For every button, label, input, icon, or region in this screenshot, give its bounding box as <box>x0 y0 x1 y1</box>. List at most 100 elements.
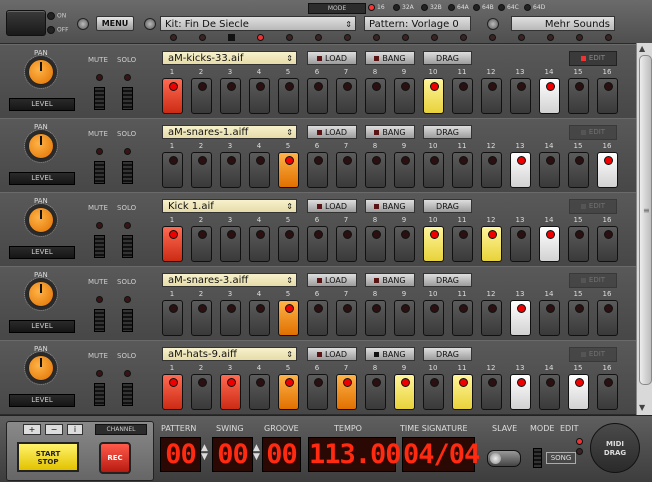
drag-button[interactable]: DRAG <box>423 51 472 65</box>
solo-switch[interactable] <box>122 161 133 184</box>
step-button-1[interactable] <box>162 226 183 262</box>
bang-button[interactable]: BANG <box>365 347 415 361</box>
step-button-1[interactable] <box>162 300 183 336</box>
level-slider[interactable]: LEVEL <box>9 246 75 259</box>
menu-button[interactable]: MENU <box>96 16 134 31</box>
step-button-4[interactable] <box>249 226 270 262</box>
pattern-stepper-icon[interactable]: ▲ ▼ <box>201 444 208 462</box>
sample-select[interactable]: aM-hats-9.aiff ⇕ <box>162 347 297 361</box>
step-button-10[interactable] <box>423 374 444 410</box>
step-button-3[interactable] <box>220 152 241 188</box>
midi-drag-button[interactable]: MIDI DRAG <box>590 423 640 473</box>
step-button-3[interactable] <box>220 78 241 114</box>
step-button-10[interactable] <box>423 78 444 114</box>
kit-select[interactable]: Kit: Fin De Siecle ⇕ <box>160 16 356 31</box>
step-button-9[interactable] <box>394 78 415 114</box>
load-button[interactable]: LOAD <box>307 199 357 213</box>
mode-option-64b[interactable]: 64B <box>473 4 494 11</box>
step-button-10[interactable] <box>423 152 444 188</box>
rec-button[interactable]: REC <box>99 442 131 474</box>
step-button-3[interactable] <box>220 300 241 336</box>
mode-option-32b[interactable]: 32B <box>421 4 442 11</box>
step-button-13[interactable] <box>510 226 531 262</box>
swing-stepper-icon[interactable]: ▲ ▼ <box>253 444 260 462</box>
bang-button[interactable]: BANG <box>365 273 415 287</box>
step-button-12[interactable] <box>481 374 502 410</box>
mute-switch[interactable] <box>94 235 105 258</box>
mode-switch[interactable] <box>533 448 542 468</box>
step-button-8[interactable] <box>365 78 386 114</box>
pan-knob[interactable] <box>28 207 54 233</box>
step-button-8[interactable] <box>365 226 386 262</box>
step-button-16[interactable] <box>597 374 618 410</box>
step-button-12[interactable] <box>481 152 502 188</box>
start-stop-button[interactable]: START STOP <box>17 442 79 472</box>
pan-knob[interactable] <box>28 355 54 381</box>
step-button-2[interactable] <box>191 78 212 114</box>
mode-option-64c[interactable]: 64C <box>498 4 519 11</box>
step-button-7[interactable] <box>336 152 357 188</box>
step-button-12[interactable] <box>481 226 502 262</box>
step-button-1[interactable] <box>162 78 183 114</box>
step-button-3[interactable] <box>220 374 241 410</box>
solo-switch[interactable] <box>122 87 133 110</box>
drag-button[interactable]: DRAG <box>423 347 472 361</box>
scroll-thumb[interactable]: ≡ <box>639 55 652 385</box>
step-button-4[interactable] <box>249 152 270 188</box>
swing-display[interactable]: 00 <box>212 437 253 472</box>
mode-option-32a[interactable]: 32A <box>393 4 414 11</box>
step-button-13[interactable] <box>510 374 531 410</box>
step-button-10[interactable] <box>423 226 444 262</box>
step-button-5[interactable] <box>278 78 299 114</box>
step-button-7[interactable] <box>336 374 357 410</box>
pattern-display[interactable]: 00 <box>160 437 201 472</box>
step-button-11[interactable] <box>452 226 473 262</box>
edit-button[interactable]: EDIT <box>569 273 617 288</box>
step-button-6[interactable] <box>307 300 328 336</box>
step-button-12[interactable] <box>481 78 502 114</box>
step-button-4[interactable] <box>249 374 270 410</box>
step-button-11[interactable] <box>452 78 473 114</box>
drag-button[interactable]: DRAG <box>423 199 472 213</box>
power-button[interactable] <box>6 10 46 36</box>
step-button-4[interactable] <box>249 78 270 114</box>
step-button-9[interactable] <box>394 300 415 336</box>
level-slider[interactable]: LEVEL <box>9 98 75 111</box>
add-channel-button[interactable]: + <box>23 424 41 435</box>
step-button-9[interactable] <box>394 226 415 262</box>
step-button-7[interactable] <box>336 226 357 262</box>
bang-button[interactable]: BANG <box>365 199 415 213</box>
step-button-6[interactable] <box>307 78 328 114</box>
level-slider[interactable]: LEVEL <box>9 320 75 333</box>
sample-select[interactable]: Kick 1.aif ⇕ <box>162 199 297 213</box>
sounds-knob-icon[interactable] <box>487 18 499 30</box>
step-button-9[interactable] <box>394 152 415 188</box>
step-button-2[interactable] <box>191 374 212 410</box>
step-button-5[interactable] <box>278 226 299 262</box>
time-signature-display[interactable]: 04/04 <box>402 437 480 472</box>
mode-option-16[interactable]: 16 <box>368 4 385 11</box>
mute-switch[interactable] <box>94 383 105 406</box>
pan-knob[interactable] <box>28 133 54 159</box>
step-button-2[interactable] <box>191 152 212 188</box>
step-button-15[interactable] <box>568 300 589 336</box>
sample-select[interactable]: aM-snares-1.aiff ⇕ <box>162 125 297 139</box>
step-button-6[interactable] <box>307 152 328 188</box>
sample-select[interactable]: aM-snares-3.aiff ⇕ <box>162 273 297 287</box>
step-button-11[interactable] <box>452 374 473 410</box>
step-button-11[interactable] <box>452 152 473 188</box>
step-button-13[interactable] <box>510 78 531 114</box>
step-button-6[interactable] <box>307 226 328 262</box>
step-button-15[interactable] <box>568 152 589 188</box>
step-button-3[interactable] <box>220 226 241 262</box>
slave-toggle[interactable] <box>487 450 521 467</box>
step-button-6[interactable] <box>307 374 328 410</box>
mode-option-64d[interactable]: 64D <box>524 4 545 11</box>
step-button-11[interactable] <box>452 300 473 336</box>
step-button-7[interactable] <box>336 78 357 114</box>
mode-option-64a[interactable]: 64A <box>448 4 469 11</box>
step-button-15[interactable] <box>568 226 589 262</box>
scrollbar[interactable]: ▲ ≡ ▼ <box>636 43 652 415</box>
edit-button[interactable]: EDIT <box>569 347 617 362</box>
step-button-16[interactable] <box>597 300 618 336</box>
